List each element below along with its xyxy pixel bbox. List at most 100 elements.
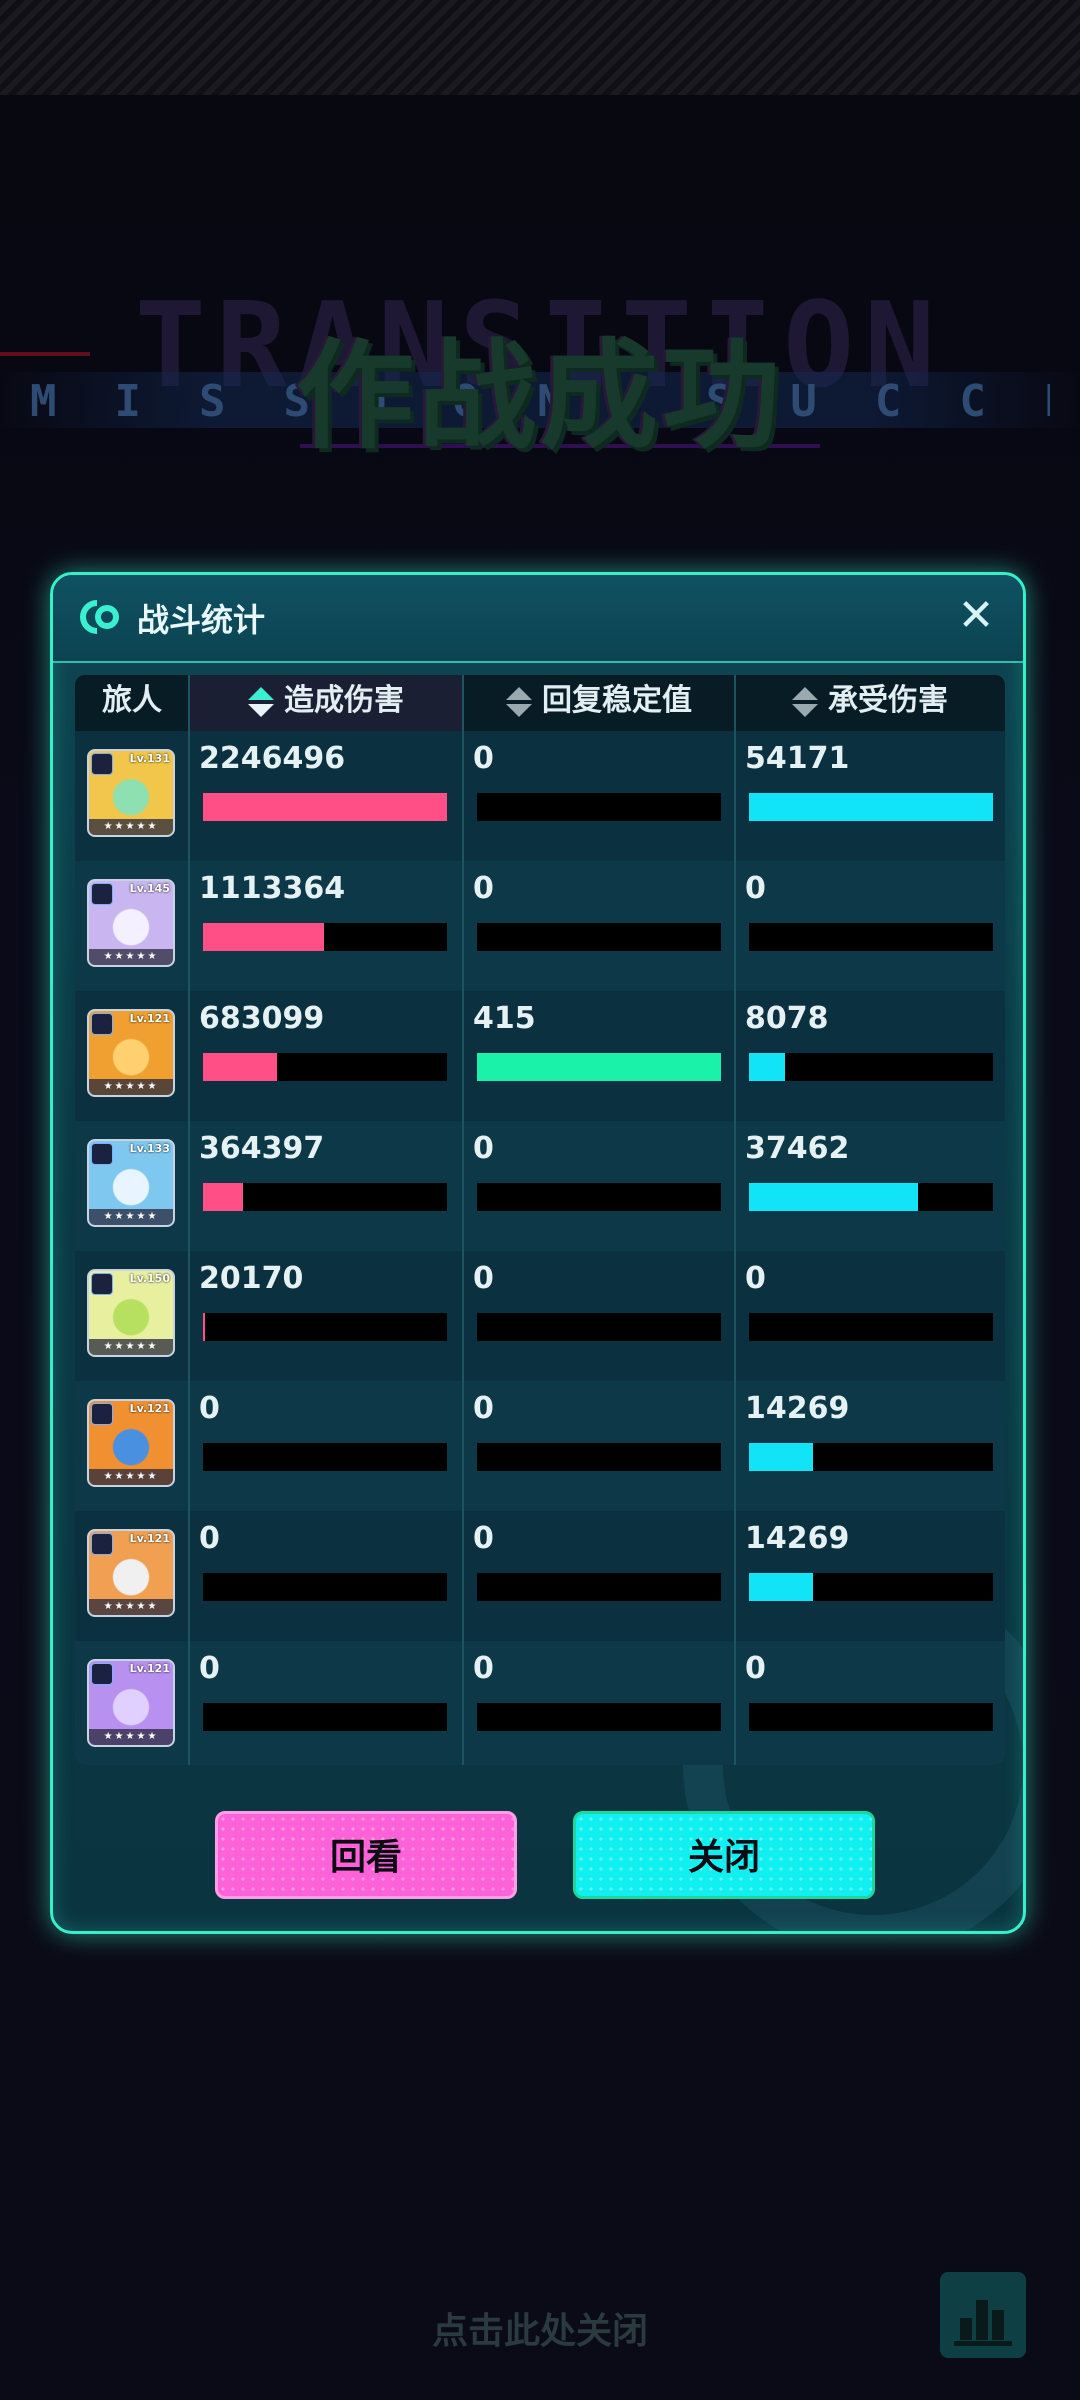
damage-dealt-bar xyxy=(203,1703,447,1731)
panel-header: 战斗统计 ✕ xyxy=(53,575,1023,663)
tap-to-close-hint[interactable]: 点击此处关闭 xyxy=(0,2302,1080,2354)
damage-taken-value: 0 xyxy=(745,1261,766,1296)
damage-taken-bar xyxy=(749,1573,993,1601)
traveler-avatar[interactable]: Lv.121 ★★★★★ xyxy=(87,1529,175,1617)
close-button[interactable]: 关闭 xyxy=(573,1811,875,1899)
class-badge-icon xyxy=(91,883,113,905)
header-damage-taken-label: 承受伤害 xyxy=(828,683,948,718)
header-damage-dealt-label: 造成伤害 xyxy=(284,683,404,718)
damage-taken-bar-fill xyxy=(749,793,993,821)
damage-dealt-value: 364397 xyxy=(199,1131,325,1166)
star-rating: ★★★★★ xyxy=(89,1339,173,1355)
stats-table: 旅人 造成伤害 回复稳定值 承受伤害 Lv.131 ★★★★★ 2246496 0 54… xyxy=(75,675,1005,1765)
damage-taken-value: 0 xyxy=(745,871,766,906)
top-status-strip xyxy=(0,0,1080,95)
header-stability-restored[interactable]: 回复稳定值 xyxy=(463,675,735,731)
class-badge-icon xyxy=(91,1403,113,1425)
class-badge-icon xyxy=(91,1273,113,1295)
table-row: Lv.150 ★★★★★ 20170 0 0 xyxy=(75,1251,1005,1381)
damage-dealt-bar xyxy=(203,1183,447,1211)
damage-dealt-value: 0 xyxy=(199,1521,220,1556)
traveler-avatar[interactable]: Lv.131 ★★★★★ xyxy=(87,749,175,837)
damage-taken-bar-fill xyxy=(749,1573,814,1601)
stability-restored-bar xyxy=(477,1703,721,1731)
header-stability-label: 回复稳定值 xyxy=(542,683,692,718)
damage-taken-value: 37462 xyxy=(745,1131,850,1166)
close-icon[interactable]: ✕ xyxy=(953,593,999,639)
damage-dealt-value: 1113364 xyxy=(199,871,346,906)
table-row: Lv.145 ★★★★★ 1113364 0 0 xyxy=(75,861,1005,991)
header-traveler-label: 旅人 xyxy=(102,683,162,718)
traveler-level: Lv.150 xyxy=(129,1272,170,1285)
header-traveler: 旅人 xyxy=(75,675,189,731)
traveler-level: Lv.121 xyxy=(129,1012,170,1025)
damage-taken-bar xyxy=(749,923,993,951)
damage-dealt-value: 20170 xyxy=(199,1261,304,1296)
sort-active-icon xyxy=(248,685,274,719)
traveler-avatar[interactable]: Lv.121 ★★★★★ xyxy=(87,1399,175,1487)
damage-taken-bar xyxy=(749,1703,993,1731)
damage-taken-bar xyxy=(749,793,993,821)
damage-taken-bar xyxy=(749,1053,993,1081)
battle-stats-panel: 战斗统计 ✕ 旅人 造成伤害 回复稳定值 承受伤害 Lv.131 ★★★★★ 224… xyxy=(50,572,1026,1934)
traveler-level: Lv.121 xyxy=(129,1402,170,1415)
column-divider xyxy=(462,675,464,1765)
star-rating: ★★★★★ xyxy=(89,949,173,965)
damage-taken-bar-fill xyxy=(749,1443,814,1471)
damage-dealt-value: 0 xyxy=(199,1651,220,1686)
damage-dealt-bar-fill xyxy=(203,1313,206,1341)
stability-restored-value: 0 xyxy=(473,871,494,906)
class-badge-icon xyxy=(91,1533,113,1555)
stability-restored-value: 0 xyxy=(473,741,494,776)
class-badge-icon xyxy=(91,753,113,775)
table-row: Lv.121 ★★★★★ 0 0 0 xyxy=(75,1641,1005,1765)
stability-restored-bar xyxy=(477,1183,721,1211)
damage-taken-value: 14269 xyxy=(745,1391,850,1426)
damage-dealt-bar xyxy=(203,1573,447,1601)
damage-dealt-value: 683099 xyxy=(199,1001,325,1036)
damage-dealt-bar xyxy=(203,1053,447,1081)
damage-taken-value: 54171 xyxy=(745,741,850,776)
stability-restored-bar xyxy=(477,1443,721,1471)
panel-title: 战斗统计 xyxy=(137,601,266,639)
traveler-avatar[interactable]: Lv.145 ★★★★★ xyxy=(87,879,175,967)
sort-icon xyxy=(506,685,532,719)
stability-restored-value: 0 xyxy=(473,1391,494,1426)
damage-taken-value: 0 xyxy=(745,1651,766,1686)
table-row: Lv.121 ★★★★★ 0 0 14269 xyxy=(75,1511,1005,1641)
damage-dealt-value: 0 xyxy=(199,1391,220,1426)
stability-restored-bar xyxy=(477,1053,721,1081)
damage-taken-bar xyxy=(749,1183,993,1211)
traveler-avatar[interactable]: Lv.121 ★★★★★ xyxy=(87,1009,175,1097)
class-badge-icon xyxy=(91,1013,113,1035)
class-badge-icon xyxy=(91,1143,113,1165)
damage-dealt-bar-fill xyxy=(203,1183,243,1211)
damage-taken-value: 8078 xyxy=(745,1001,829,1036)
header-damage-dealt[interactable]: 造成伤害 xyxy=(189,675,463,731)
star-rating: ★★★★★ xyxy=(89,1729,173,1745)
damage-dealt-bar-fill xyxy=(203,1053,278,1081)
table-header: 旅人 造成伤害 回复稳定值 承受伤害 xyxy=(75,675,1005,731)
star-rating: ★★★★★ xyxy=(89,1599,173,1615)
header-damage-taken[interactable]: 承受伤害 xyxy=(735,675,1005,731)
stability-restored-value: 0 xyxy=(473,1131,494,1166)
traveler-avatar[interactable]: Lv.133 ★★★★★ xyxy=(87,1139,175,1227)
traveler-avatar[interactable]: Lv.121 ★★★★★ xyxy=(87,1659,175,1747)
bar-chart-icon[interactable] xyxy=(940,2272,1026,2358)
traveler-avatar[interactable]: Lv.150 ★★★★★ xyxy=(87,1269,175,1357)
damage-dealt-bar xyxy=(203,923,447,951)
table-row: Lv.131 ★★★★★ 2246496 0 54171 xyxy=(75,731,1005,861)
stability-restored-value: 0 xyxy=(473,1521,494,1556)
damage-taken-bar xyxy=(749,1313,993,1341)
sort-icon xyxy=(792,685,818,719)
replay-button[interactable]: 回看 xyxy=(215,1811,517,1899)
stability-restored-bar xyxy=(477,1573,721,1601)
class-badge-icon xyxy=(91,1663,113,1685)
star-rating: ★★★★★ xyxy=(89,1209,173,1225)
traveler-level: Lv.131 xyxy=(129,752,170,765)
damage-dealt-bar-fill xyxy=(203,793,447,821)
damage-taken-bar-fill xyxy=(749,1053,786,1081)
column-divider xyxy=(188,675,190,1765)
stability-restored-bar-fill xyxy=(477,1053,721,1081)
damage-dealt-value: 2246496 xyxy=(199,741,346,776)
